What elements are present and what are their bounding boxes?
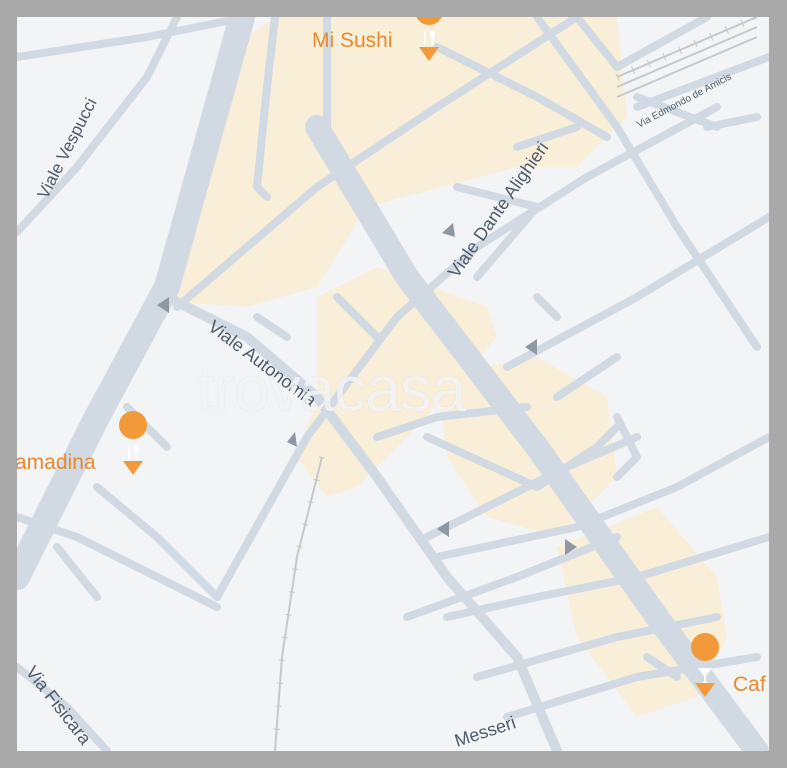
map-canvas[interactable]: Viale Vespucci Viale Dante Alighieri Via…	[17, 17, 769, 751]
one-way-arrow-icon	[287, 432, 297, 447]
poi-label: amadina	[17, 451, 96, 474]
poi-label: Caf	[733, 673, 766, 696]
watermark-logo: trovacasa	[197, 353, 466, 425]
street-label-fisicara: Via Fisicara	[22, 662, 96, 749]
poi-label: Mi Sushi	[312, 29, 393, 52]
restaurant-icon	[119, 411, 148, 475]
one-way-arrow-icon	[442, 223, 455, 237]
street-label-messeri: Messeri	[452, 712, 518, 750]
